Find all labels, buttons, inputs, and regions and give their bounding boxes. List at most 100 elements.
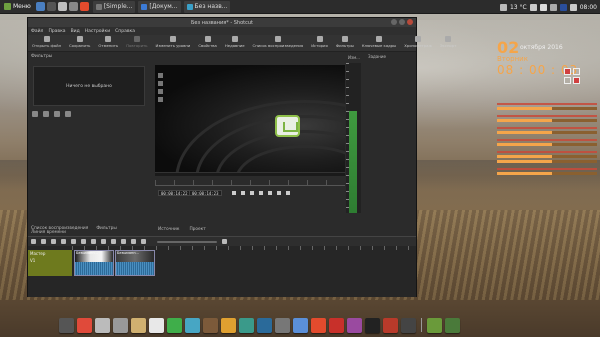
timeline-toolbar xyxy=(28,237,416,246)
browser-icon[interactable] xyxy=(239,317,254,333)
redo-button[interactable]: Повторить xyxy=(122,36,151,48)
remove-icon[interactable] xyxy=(81,239,86,244)
mark-out-icon[interactable] xyxy=(286,191,290,195)
play-icon[interactable] xyxy=(250,191,254,195)
folder-icon[interactable] xyxy=(427,317,442,333)
chart-app-icon[interactable] xyxy=(185,317,200,333)
menu-edit[interactable]: Правка xyxy=(48,29,65,34)
close-icon[interactable] xyxy=(407,19,413,25)
copy-filter-icon[interactable] xyxy=(54,111,60,117)
undo-button[interactable]: Отменить xyxy=(94,36,122,48)
menu-icon[interactable] xyxy=(31,239,36,244)
menu-settings[interactable]: Настройки xyxy=(85,29,110,34)
zoom-out-icon[interactable] xyxy=(141,239,146,244)
rewind-icon[interactable] xyxy=(241,191,245,195)
power-icon[interactable] xyxy=(549,3,557,11)
mark-in-icon[interactable] xyxy=(277,191,281,195)
track-header[interactable]: Мастер V1 xyxy=(28,250,72,276)
mint-logo xyxy=(275,115,300,137)
show-desktop-icon[interactable] xyxy=(59,317,74,333)
volume-icon[interactable] xyxy=(569,3,577,11)
media-player-icon[interactable] xyxy=(347,317,362,333)
chrome-launcher-icon[interactable] xyxy=(79,2,89,11)
update-icon[interactable] xyxy=(167,317,182,333)
timeline-icon xyxy=(415,36,422,42)
cut-icon[interactable] xyxy=(41,239,46,244)
chrome-icon[interactable] xyxy=(311,317,326,333)
split-icon[interactable] xyxy=(111,239,116,244)
app-launcher-icon[interactable] xyxy=(68,2,78,11)
taskbar-item-shotcut[interactable]: Без назв... xyxy=(183,0,231,13)
snap-icon[interactable] xyxy=(121,239,126,244)
zoom-in-icon[interactable] xyxy=(222,239,227,244)
forward-icon[interactable] xyxy=(259,191,263,195)
ripple-icon[interactable] xyxy=(131,239,136,244)
system-monitor-icon[interactable] xyxy=(401,317,416,333)
menu-file[interactable]: Файл xyxy=(31,29,43,34)
menu-view[interactable]: Вид xyxy=(71,29,80,34)
mail-icon[interactable] xyxy=(221,317,236,333)
filters-button[interactable]: Фильтры xyxy=(332,36,358,48)
panel-clock[interactable]: 08:00 xyxy=(580,4,597,11)
paste-icon[interactable] xyxy=(61,239,66,244)
playlist-button[interactable]: Список воспроизведения xyxy=(249,36,308,48)
timeline-button[interactable]: Хронометраж xyxy=(400,36,436,48)
files-icon[interactable] xyxy=(95,317,110,333)
cherry-icon[interactable] xyxy=(329,317,344,333)
overwrite-icon[interactable] xyxy=(101,239,106,244)
remove-filter-icon[interactable] xyxy=(43,111,49,117)
skip-start-icon[interactable] xyxy=(232,191,236,195)
trash-icon[interactable] xyxy=(445,317,460,333)
deselect-filter-icon[interactable] xyxy=(65,111,71,117)
skip-end-icon[interactable] xyxy=(268,191,272,195)
games-icon[interactable] xyxy=(383,317,398,333)
launcher-icon[interactable] xyxy=(77,317,92,333)
terminal-launcher-icon[interactable] xyxy=(46,2,56,11)
keyboard-layout-flag-icon[interactable] xyxy=(559,3,567,11)
shotcut-icon[interactable] xyxy=(257,317,272,333)
recent-button[interactable]: Недавние xyxy=(221,36,249,48)
timeline-clip[interactable]: Безымянн... xyxy=(115,250,155,276)
zoom-slider[interactable] xyxy=(157,240,217,243)
tab-project[interactable]: Проект xyxy=(189,227,205,232)
tab-source[interactable]: Источник xyxy=(158,227,179,232)
network-icon[interactable] xyxy=(539,3,547,11)
text-editor-icon[interactable] xyxy=(293,317,308,333)
minimize-icon[interactable] xyxy=(391,19,397,25)
taskbar-item-document[interactable]: [Докум... xyxy=(138,0,181,13)
calculator-icon[interactable] xyxy=(113,317,128,333)
tab-filters[interactable]: Фильтры xyxy=(96,226,116,233)
timeline-clip[interactable]: Безымянн... xyxy=(74,250,114,276)
append-icon[interactable] xyxy=(71,239,76,244)
export-button[interactable]: Экспорт xyxy=(436,36,460,48)
properties-button[interactable]: Свойства xyxy=(194,36,221,48)
add-filter-icon[interactable] xyxy=(32,111,38,117)
scrub-bar[interactable] xyxy=(155,180,345,186)
maximize-icon[interactable] xyxy=(399,19,405,25)
archive-icon[interactable] xyxy=(131,317,146,333)
terminal-icon[interactable] xyxy=(275,317,290,333)
levels-button[interactable]: Изменить уровни xyxy=(151,36,194,48)
menu-help[interactable]: Справка xyxy=(115,29,135,34)
save-button[interactable]: Сохранить xyxy=(65,36,94,48)
copy-icon[interactable] xyxy=(51,239,56,244)
history-button[interactable]: История xyxy=(307,36,332,48)
window-titlebar[interactable]: Без названия* - Shotcut xyxy=(28,18,416,27)
clapper-icon[interactable] xyxy=(365,317,380,333)
document-viewer-icon[interactable] xyxy=(149,317,164,333)
package-icon[interactable] xyxy=(203,317,218,333)
shield-icon[interactable] xyxy=(529,3,537,11)
files-launcher-icon[interactable] xyxy=(35,2,45,11)
filters-list[interactable]: Ничего не выбрано xyxy=(33,66,145,106)
text-editor-launcher-icon[interactable] xyxy=(57,2,67,11)
current-timecode[interactable]: 00:00:14:22 xyxy=(158,190,191,196)
levels-icon xyxy=(169,36,176,42)
open-file-button[interactable]: Открыть файл xyxy=(28,36,65,48)
keyframes-button[interactable]: Ключевые кадры xyxy=(358,36,400,48)
taskbar-item-simple[interactable]: [Simple... xyxy=(92,0,136,13)
video-viewer[interactable] xyxy=(155,65,345,176)
temperature[interactable]: 13 °C xyxy=(510,4,527,11)
cloud-icon[interactable] xyxy=(499,3,507,11)
main-menu-button[interactable]: Меню xyxy=(0,0,35,14)
lift-icon[interactable] xyxy=(91,239,96,244)
